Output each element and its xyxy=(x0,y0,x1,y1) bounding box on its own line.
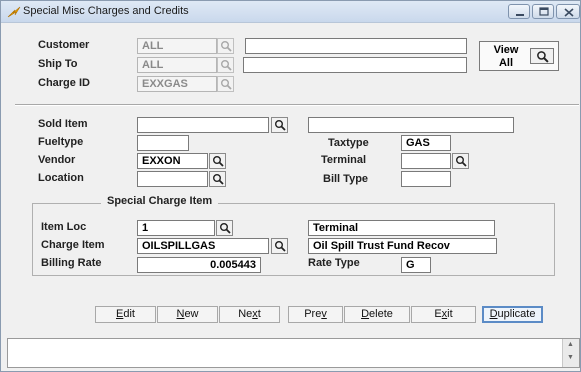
maximize-button[interactable] xyxy=(532,4,554,19)
fueltype-field[interactable] xyxy=(137,135,189,151)
customer-name-field[interactable] xyxy=(245,38,467,54)
location-field[interactable] xyxy=(137,171,208,187)
item-loc-label: Item Loc xyxy=(41,221,87,233)
bill-type-field[interactable] xyxy=(401,171,451,187)
scroll-up-arrow[interactable]: ▲ xyxy=(567,341,574,348)
new-button[interactable]: New xyxy=(157,306,218,323)
status-message-box[interactable]: ▲ ▼ xyxy=(7,338,580,368)
terminal-search-button[interactable] xyxy=(452,153,469,169)
customer-code-field[interactable]: ALL xyxy=(137,38,217,54)
lightning-icon xyxy=(6,4,22,20)
magnifier-icon xyxy=(537,51,549,63)
edit-button[interactable]: Edit xyxy=(95,306,156,323)
minimize-button[interactable] xyxy=(508,4,530,19)
magnifier-icon xyxy=(221,79,232,90)
view-all-button[interactable]: View All xyxy=(479,41,559,71)
magnifier-icon xyxy=(213,156,224,167)
customer-label: Customer xyxy=(38,39,90,51)
magnifier-icon xyxy=(275,241,286,252)
ship-to-name-field[interactable] xyxy=(243,57,467,73)
bill-type-label: Bill Type xyxy=(323,173,369,185)
charge-item-field[interactable]: OILSPILLGAS xyxy=(137,238,269,254)
customer-search-button[interactable] xyxy=(217,38,234,54)
prev-button[interactable]: Prev xyxy=(288,306,343,323)
charge-item-label: Charge Item xyxy=(41,239,105,251)
sold-item-label: Sold Item xyxy=(38,118,88,130)
rate-type-field[interactable]: G xyxy=(401,257,431,273)
next-button[interactable]: Next xyxy=(219,306,280,323)
magnifier-icon xyxy=(456,156,467,167)
rate-type-label: Rate Type xyxy=(308,257,360,269)
magnifier-icon xyxy=(221,41,232,52)
magnifier-icon xyxy=(220,223,231,234)
location-search-button[interactable] xyxy=(209,171,226,187)
vendor-label: Vendor xyxy=(38,154,76,166)
main-window: Special Misc Charges and Credits Custome… xyxy=(0,0,581,372)
magnifier-icon xyxy=(275,120,286,131)
title-bar: Special Misc Charges and Credits xyxy=(1,1,580,23)
billing-rate-label: Billing Rate xyxy=(41,257,102,269)
charge-id-label: Charge ID xyxy=(38,77,90,89)
ship-to-code-field[interactable]: ALL xyxy=(137,57,217,73)
charge-item-description-field[interactable]: Oil Spill Trust Fund Recov xyxy=(308,238,497,254)
charge-id-search-button[interactable] xyxy=(217,76,234,92)
ship-to-label: Ship To xyxy=(38,58,78,70)
magnifier-icon xyxy=(221,60,232,71)
sold-item-field[interactable] xyxy=(137,117,269,133)
terminal-label: Terminal xyxy=(321,154,367,166)
vendor-search-button[interactable] xyxy=(209,153,226,169)
view-all-label: View All xyxy=(493,44,519,69)
taxtype-label: Taxtype xyxy=(328,137,369,149)
ship-to-search-button[interactable] xyxy=(217,57,234,73)
scroll-down-arrow[interactable]: ▼ xyxy=(567,354,574,361)
separator xyxy=(15,104,579,106)
charge-item-search-button[interactable] xyxy=(271,238,288,254)
charge-id-field[interactable]: EXXGAS xyxy=(137,76,217,92)
billing-rate-field[interactable]: 0.005443 xyxy=(137,257,261,273)
sold-item-search-button[interactable] xyxy=(271,117,288,133)
duplicate-button[interactable]: Duplicate xyxy=(482,306,543,323)
item-loc-field[interactable]: 1 xyxy=(137,220,215,236)
terminal-field[interactable] xyxy=(401,153,451,169)
location-label: Location xyxy=(38,172,84,184)
item-loc-description-field[interactable]: Terminal xyxy=(308,220,495,236)
magnifier-icon xyxy=(213,174,224,185)
window-title: Special Misc Charges and Credits xyxy=(23,5,189,17)
sold-item-description-field[interactable] xyxy=(308,117,514,133)
status-scrollbar[interactable]: ▲ ▼ xyxy=(562,339,579,367)
close-button[interactable] xyxy=(556,4,580,19)
taxtype-field[interactable]: GAS xyxy=(401,135,451,151)
special-charge-item-title: Special Charge Item xyxy=(101,195,219,207)
vendor-field[interactable]: EXXON xyxy=(137,153,208,169)
view-all-search-button[interactable] xyxy=(530,48,554,64)
exit-button[interactable]: Exit xyxy=(411,306,476,323)
delete-button[interactable]: Delete xyxy=(344,306,410,323)
item-loc-search-button[interactable] xyxy=(216,220,233,236)
fueltype-label: Fueltype xyxy=(38,136,84,148)
